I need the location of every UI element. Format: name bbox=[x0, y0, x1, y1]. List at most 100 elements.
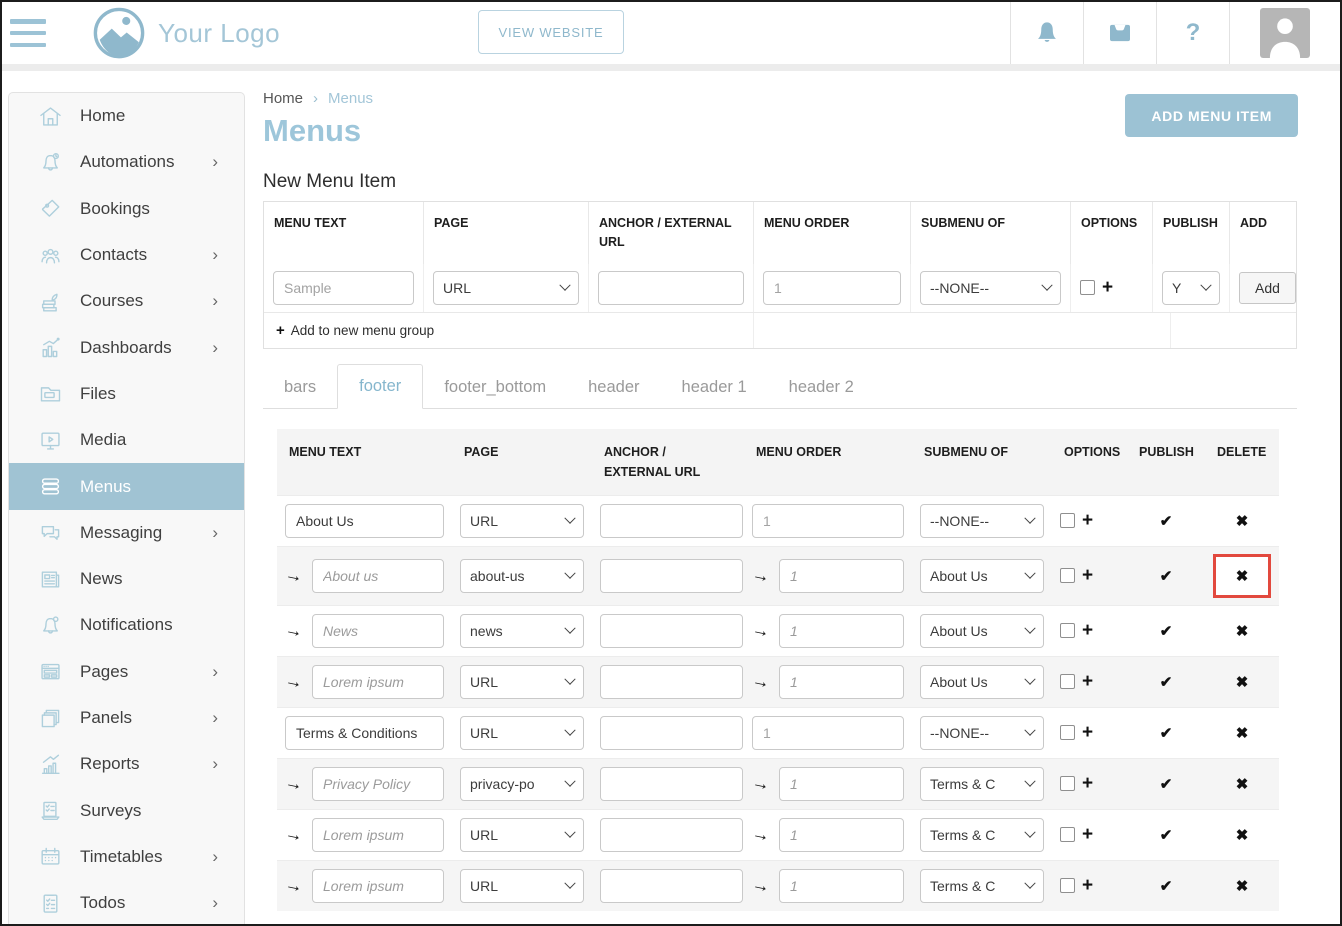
options-checkbox[interactable] bbox=[1060, 776, 1075, 791]
menu-order-input[interactable] bbox=[779, 614, 904, 648]
plus-icon[interactable]: + bbox=[1102, 278, 1113, 297]
options-checkbox[interactable] bbox=[1060, 878, 1075, 893]
anchor-url-input[interactable] bbox=[600, 869, 743, 903]
publish-check-icon[interactable]: ✔ bbox=[1160, 512, 1173, 530]
options-checkbox[interactable] bbox=[1060, 513, 1075, 528]
tab-footer[interactable]: footer bbox=[337, 364, 423, 409]
plus-icon[interactable]: + bbox=[1082, 825, 1093, 844]
anchor-url-input[interactable] bbox=[600, 504, 743, 538]
delete-x-icon[interactable]: ✖ bbox=[1236, 877, 1249, 895]
sidebar-item-panels[interactable]: Panels › bbox=[9, 695, 244, 741]
user-avatar[interactable] bbox=[1230, 2, 1340, 64]
new-page-select[interactable]: URL bbox=[433, 271, 579, 305]
anchor-url-input[interactable] bbox=[600, 767, 743, 801]
plus-icon[interactable]: + bbox=[1082, 723, 1093, 742]
menu-text-input[interactable] bbox=[285, 504, 444, 538]
options-checkbox[interactable] bbox=[1060, 568, 1075, 583]
publish-check-icon[interactable]: ✔ bbox=[1160, 567, 1173, 585]
menu-text-input[interactable] bbox=[312, 767, 444, 801]
submenu-select[interactable]: About Us bbox=[920, 614, 1044, 648]
anchor-url-input[interactable] bbox=[600, 614, 743, 648]
page-select[interactable]: URL bbox=[460, 665, 584, 699]
menu-order-input[interactable] bbox=[779, 559, 904, 593]
anchor-url-input[interactable] bbox=[600, 818, 743, 852]
sidebar-item-bookings[interactable]: Bookings › bbox=[9, 186, 244, 232]
sidebar-item-timetables[interactable]: Timetables › bbox=[9, 834, 244, 880]
page-select[interactable]: URL bbox=[460, 818, 584, 852]
new-menu-order-input[interactable] bbox=[763, 271, 901, 305]
tab-bars[interactable]: bars bbox=[263, 366, 337, 409]
submenu-select[interactable]: --NONE-- bbox=[920, 716, 1044, 750]
delete-x-icon[interactable]: ✖ bbox=[1236, 512, 1249, 530]
tab-header-2[interactable]: header 2 bbox=[768, 366, 875, 409]
sidebar-item-dashboards[interactable]: Dashboards › bbox=[9, 324, 244, 370]
menu-text-input[interactable] bbox=[312, 614, 444, 648]
sidebar-item-notifications[interactable]: Notifications › bbox=[9, 602, 244, 648]
menu-text-input[interactable] bbox=[312, 818, 444, 852]
sidebar-item-media[interactable]: Media › bbox=[9, 417, 244, 463]
delete-x-icon[interactable]: ✖ bbox=[1236, 567, 1249, 585]
view-website-button[interactable]: VIEW WEBSITE bbox=[478, 10, 624, 54]
page-select[interactable]: privacy-po bbox=[460, 767, 584, 801]
menu-order-input[interactable] bbox=[752, 504, 904, 538]
tab-header-1[interactable]: header 1 bbox=[661, 366, 768, 409]
options-checkbox[interactable] bbox=[1060, 725, 1075, 740]
sidebar-item-menus[interactable]: Menus › bbox=[9, 463, 244, 509]
sidebar-item-reports[interactable]: Reports › bbox=[9, 741, 244, 787]
add-to-new-menu-group-link[interactable]: + Add to new menu group bbox=[264, 313, 754, 348]
publish-check-icon[interactable]: ✔ bbox=[1160, 826, 1173, 844]
plus-icon[interactable]: + bbox=[1082, 672, 1093, 691]
delete-x-icon[interactable]: ✖ bbox=[1236, 622, 1249, 640]
submenu-select[interactable]: Terms & C bbox=[920, 767, 1044, 801]
sidebar-item-automations[interactable]: Automations › bbox=[9, 139, 244, 185]
logo[interactable]: Your Logo bbox=[92, 6, 280, 60]
help-icon[interactable]: ? bbox=[1157, 2, 1229, 64]
publish-check-icon[interactable]: ✔ bbox=[1160, 877, 1173, 895]
submenu-select[interactable]: About Us bbox=[920, 665, 1044, 699]
submenu-select[interactable]: Terms & C bbox=[920, 869, 1044, 903]
menu-order-input[interactable] bbox=[779, 665, 904, 699]
sidebar-item-todos[interactable]: Todos › bbox=[9, 880, 244, 924]
new-publish-select[interactable]: Y bbox=[1162, 271, 1220, 305]
page-select[interactable]: about-us bbox=[460, 559, 584, 593]
new-options-checkbox[interactable] bbox=[1080, 280, 1095, 295]
publish-check-icon[interactable]: ✔ bbox=[1160, 775, 1173, 793]
page-select[interactable]: URL bbox=[460, 869, 584, 903]
anchor-url-input[interactable] bbox=[600, 559, 743, 593]
submenu-select[interactable]: --NONE-- bbox=[920, 504, 1044, 538]
page-select[interactable]: URL bbox=[460, 504, 584, 538]
plus-icon[interactable]: + bbox=[1082, 774, 1093, 793]
options-checkbox[interactable] bbox=[1060, 674, 1075, 689]
sidebar-item-contacts[interactable]: Contacts › bbox=[9, 232, 244, 278]
menu-order-input[interactable] bbox=[779, 869, 904, 903]
delete-x-icon[interactable]: ✖ bbox=[1236, 826, 1249, 844]
tab-header[interactable]: header bbox=[567, 366, 660, 409]
add-row-button[interactable]: Add bbox=[1239, 272, 1296, 304]
options-checkbox[interactable] bbox=[1060, 623, 1075, 638]
menu-order-input[interactable] bbox=[779, 818, 904, 852]
delete-x-icon[interactable]: ✖ bbox=[1236, 724, 1249, 742]
sidebar-item-courses[interactable]: Courses › bbox=[9, 278, 244, 324]
anchor-url-input[interactable] bbox=[600, 665, 743, 699]
submenu-select[interactable]: Terms & C bbox=[920, 818, 1044, 852]
publish-check-icon[interactable]: ✔ bbox=[1160, 673, 1173, 691]
hamburger-menu-icon[interactable] bbox=[10, 19, 46, 47]
delete-x-icon[interactable]: ✖ bbox=[1236, 775, 1249, 793]
delete-x-icon[interactable]: ✖ bbox=[1236, 673, 1249, 691]
breadcrumb-home-link[interactable]: Home bbox=[263, 90, 303, 107]
inbox-icon[interactable] bbox=[1084, 2, 1156, 64]
sidebar-item-messaging[interactable]: Messaging › bbox=[9, 510, 244, 556]
plus-icon[interactable]: + bbox=[1082, 876, 1093, 895]
plus-icon[interactable]: + bbox=[1082, 511, 1093, 530]
menu-text-input[interactable] bbox=[312, 665, 444, 699]
menu-text-input[interactable] bbox=[285, 716, 444, 750]
anchor-url-input[interactable] bbox=[600, 716, 743, 750]
options-checkbox[interactable] bbox=[1060, 827, 1075, 842]
menu-order-input[interactable] bbox=[752, 716, 904, 750]
menu-text-input[interactable] bbox=[312, 559, 444, 593]
new-submenu-select[interactable]: --NONE-- bbox=[920, 271, 1061, 305]
plus-icon[interactable]: + bbox=[1082, 621, 1093, 640]
sidebar-item-surveys[interactable]: Surveys › bbox=[9, 787, 244, 833]
sidebar-item-pages[interactable]: Pages › bbox=[9, 649, 244, 695]
sidebar-item-files[interactable]: Files › bbox=[9, 371, 244, 417]
